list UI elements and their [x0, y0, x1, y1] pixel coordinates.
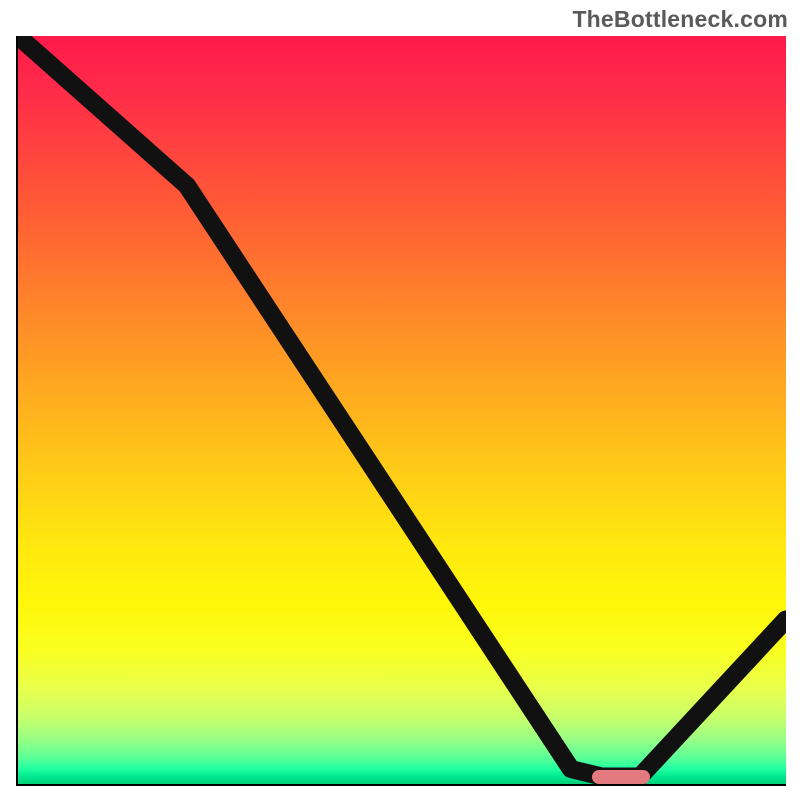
optimal-range-marker — [592, 770, 650, 784]
watermark-text: TheBottleneck.com — [572, 6, 788, 33]
chart-svg — [18, 36, 786, 784]
chart-plot-area — [16, 36, 786, 786]
bottleneck-curve — [18, 36, 786, 777]
chart-container: TheBottleneck.com — [0, 0, 800, 800]
